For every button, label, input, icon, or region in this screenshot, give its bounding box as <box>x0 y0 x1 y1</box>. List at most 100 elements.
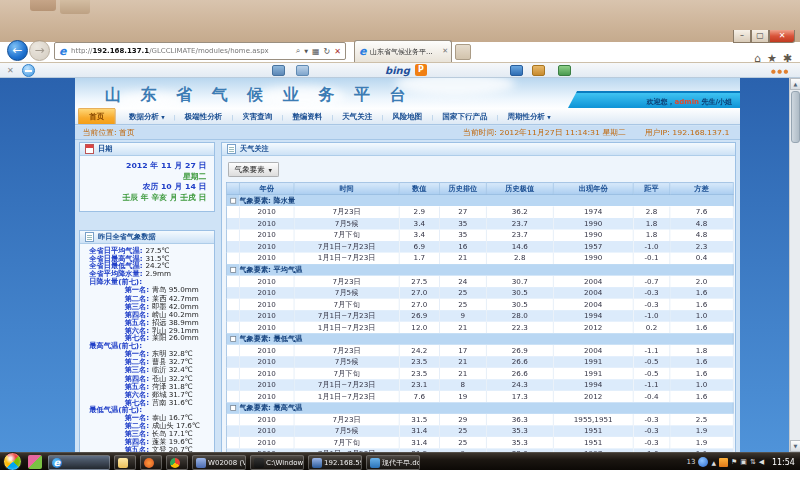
tray-display-icon[interactable]: ▣ <box>740 458 747 466</box>
gadget-icon[interactable] <box>28 455 42 469</box>
table-row[interactable]: 20107月下旬3.43523.719901.84.8 <box>226 229 733 241</box>
table-cell: 1991 <box>553 367 633 379</box>
table-row[interactable]: 20107月1日~7月23日6.91614.61957-1.02.3 <box>226 241 733 253</box>
browser-tab[interactable]: e 山东省气候业务平... ✕ <box>354 40 452 62</box>
table-row[interactable]: 20107月下旬23.52126.61991-0.51.6 <box>226 367 733 379</box>
taskbar-window-button[interactable]: 192.168.59.99... <box>308 455 362 470</box>
taskbar-window-button[interactable]: 现代干旱.docx ... <box>366 455 420 470</box>
mail-addon-icon[interactable] <box>296 65 309 76</box>
table-row[interactable]: 20101月1日~7月23日12.02122.320120.21.6 <box>226 321 733 333</box>
table-row[interactable]: 20107月23日31.52936.31955,1951-0.32.5 <box>226 413 733 425</box>
tray-alert-icon[interactable] <box>719 458 728 467</box>
addon-blocked-icon[interactable] <box>22 64 35 77</box>
taskbar-folder-button[interactable] <box>114 455 136 470</box>
bing-logo[interactable]: bing <box>385 65 410 76</box>
table-header-cell[interactable]: 方差 <box>670 182 733 194</box>
sogou-icon[interactable]: P <box>415 64 427 76</box>
table-cell: 7月5候 <box>294 218 399 230</box>
taskbar-chrome-button[interactable] <box>166 455 188 470</box>
table-row[interactable]: 20107月下旬31.42535.31951-0.31.9 <box>226 437 733 449</box>
window-icon <box>196 458 206 468</box>
addon-icon-blue[interactable] <box>510 65 523 76</box>
table-row[interactable]: 20107月5候3.43523.719901.84.8 <box>226 218 733 230</box>
taskbar-mediaplayer-button[interactable] <box>140 455 162 470</box>
compat-icon[interactable]: ▦ <box>312 47 320 56</box>
table-header-cell[interactable]: 年份 <box>239 182 294 194</box>
new-tab-button[interactable] <box>455 44 471 60</box>
addon-icon-green[interactable] <box>558 65 571 76</box>
breadcrumb-bar: 当前位置: 首页 当前时间: 2012年11月27日 11:14:31 星期二 … <box>75 126 740 140</box>
table-row[interactable]: 20107月下旬27.02530.52004-0.31.6 <box>226 298 733 310</box>
table-header-cell[interactable] <box>226 182 239 194</box>
table-group-row[interactable]: 气象要素: 平均气温 <box>226 264 733 276</box>
table-row[interactable]: 20107月5候27.02530.52004-0.31.6 <box>226 287 733 299</box>
rank-label: 第七名: <box>125 398 149 406</box>
back-button[interactable]: ← <box>7 40 28 61</box>
more-dots-icon[interactable]: ●●● <box>771 68 790 74</box>
window-icon <box>254 458 264 468</box>
close-toolbar-icon[interactable]: ✕ <box>7 66 14 75</box>
scroll-up-icon[interactable]: ▲ <box>790 78 800 90</box>
taskbar-ie-button[interactable]: e <box>48 455 110 470</box>
nav-item[interactable]: 数据分析▼ <box>120 111 174 122</box>
table-row[interactable]: 20107月1日~7月23日26.9928.01994-1.01.0 <box>226 310 733 322</box>
table-cell: 3.4 <box>399 229 439 241</box>
table-header-cell[interactable]: 出现年份 <box>553 182 633 194</box>
table-cell: 1.9 <box>670 425 733 437</box>
rank-row: 第七名:莒南 31.6℃ <box>80 398 215 406</box>
table-row[interactable]: 20107月23日24.21726.92004-1.11.8 <box>226 344 733 356</box>
element-dropdown-button[interactable]: 气象要素▼ <box>228 162 279 177</box>
nav-item[interactable]: 灾害查询 <box>233 111 281 122</box>
address-input[interactable]: e http://192.168.137.1/GLCCLIMATE/module… <box>54 42 346 60</box>
taskbar-window-button[interactable]: C:\Windows\s... <box>250 455 304 470</box>
table-row[interactable]: 20107月23日2.92736.219742.87.6 <box>226 206 733 218</box>
table-row[interactable]: 20107月23日27.52430.72004-0.72.0 <box>226 275 733 287</box>
scrollbar-thumb[interactable] <box>791 91 800 143</box>
tab-close-icon[interactable]: ✕ <box>442 47 448 55</box>
table-row[interactable]: 20107月5候31.42535.31951-0.31.9 <box>226 425 733 437</box>
camera-addon-icon[interactable] <box>272 65 285 76</box>
tray-network-icon[interactable]: ⇅ <box>750 458 756 466</box>
nav-item[interactable]: 整编资料 <box>283 111 331 122</box>
window-titlebar <box>0 0 800 42</box>
group-checkbox[interactable] <box>230 267 236 273</box>
group-title: 气象要素: 降水量 <box>239 195 733 207</box>
stop-icon[interactable]: ✕ <box>334 47 341 56</box>
table-header-cell[interactable]: 距平 <box>633 182 670 194</box>
table-cell: 7月下旬 <box>294 229 399 241</box>
nav-item[interactable]: 风险地图 <box>383 111 431 122</box>
dropdown-icon[interactable]: ▼ <box>304 48 308 54</box>
nav-item[interactable]: 首页 <box>78 108 116 125</box>
nav-item[interactable]: 天气关注 <box>333 111 381 122</box>
table-row[interactable]: 20101月1日~7月23日1.7212.81990-0.10.4 <box>226 252 733 264</box>
refresh-icon[interactable]: ↻ <box>324 47 331 56</box>
group-checkbox[interactable] <box>230 405 236 411</box>
nav-item[interactable]: 极端性分析 <box>176 111 232 122</box>
search-icon[interactable]: ⌕ <box>296 46 300 56</box>
page-scrollbar[interactable]: ▲ ▼ <box>789 78 800 452</box>
table-row[interactable]: 20101月1日~7月23日7.61917.32012-0.41.6 <box>226 390 733 402</box>
tray-flag-icon[interactable]: ⚑ <box>731 458 737 466</box>
table-header-cell[interactable]: 历史排位 <box>439 182 486 194</box>
tray-globe-icon[interactable] <box>698 457 708 467</box>
tray-arrow-icon[interactable]: ▲ <box>711 459 716 466</box>
table-row[interactable]: 20107月5候23.52126.61991-0.51.6 <box>226 356 733 368</box>
scroll-down-icon[interactable]: ▼ <box>790 440 800 452</box>
table-header-cell[interactable]: 数值 <box>399 182 439 194</box>
forward-button[interactable]: → <box>29 40 50 61</box>
nav-item[interactable]: 国家下行产品 <box>433 111 496 122</box>
table-group-row[interactable]: 气象要素: 降水量 <box>226 195 733 207</box>
group-checkbox[interactable] <box>230 336 236 342</box>
table-group-row[interactable]: 气象要素: 最高气温 <box>226 402 733 414</box>
table-row[interactable]: 20107月1日~7月23日23.1824.31994-1.11.0 <box>226 379 733 391</box>
table-header-cell[interactable]: 历史极值 <box>486 182 553 194</box>
tray-volume-icon[interactable]: ◀ <box>759 458 764 466</box>
group-checkbox[interactable] <box>230 198 236 204</box>
table-group-row[interactable]: 气象要素: 最低气温 <box>226 333 733 345</box>
addon-icon-orange[interactable] <box>532 65 545 76</box>
taskbar-window-button[interactable]: W02008 (VS2... <box>192 455 246 470</box>
nav-item[interactable]: 周期性分析▼ <box>498 111 559 122</box>
table-cell: 27.0 <box>399 298 439 310</box>
start-button[interactable] <box>3 452 22 470</box>
table-header-cell[interactable]: 时间 <box>294 182 399 194</box>
